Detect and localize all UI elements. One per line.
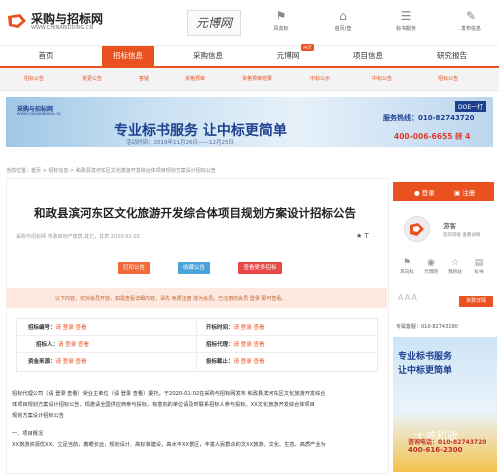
sidebar-tender-button[interactable]: ▤ 标书	[468, 258, 490, 275]
nav-project-info[interactable]: 项目信息	[342, 46, 394, 66]
field-fund-source: 资金来源：请 登录 查看	[28, 359, 87, 365]
breadcrumb[interactable]: 当前位置：首页 > 招标信息 > 和政县滨河东区文化旅游开发综合体项目规划方案设…	[6, 167, 386, 174]
subnav-item[interactable]: 答疑	[124, 68, 164, 90]
header-home-button[interactable]: ⌂ 首页/登	[322, 8, 364, 35]
article-meta: 采购与招标网 市政房地产建筑,其它，甘肃 2020-01-02	[16, 234, 140, 240]
field-agency: 招标代理：请 登录 查看	[206, 342, 265, 348]
banner-date: 活动时间：2019年11月26日——12月25日	[126, 140, 234, 146]
login-link[interactable]: 请 登录 查看	[56, 325, 87, 331]
subnav-item[interactable]: 招标公告	[8, 68, 60, 90]
grid-divider	[196, 318, 197, 370]
member-notice-text[interactable]: 以下内容，仅对会员开放，如需查看详细内容，请先 免费注册 成为会员。已注册的会员…	[55, 295, 375, 302]
field-deadline: 投标截止：请 登录 查看	[206, 359, 265, 365]
ad-line-1: 专业标书服务	[398, 352, 453, 362]
subnav-item[interactable]: 资格预审结果	[226, 68, 288, 90]
flag-icon: ⚑	[402, 258, 412, 268]
flag-icon: ⚑	[275, 9, 287, 23]
edit-icon: ✎	[465, 9, 477, 23]
header-publish-button[interactable]: ✎ 发布信息	[450, 8, 492, 35]
login-link[interactable]: 请 登录 查看	[234, 342, 265, 348]
register-icon: ▣	[454, 189, 463, 197]
login-button[interactable]: ● 登录	[414, 187, 435, 197]
banner-tag: DOE一打	[455, 101, 487, 112]
sidebar-hotline: 专属客服：010-82743190	[396, 324, 458, 330]
guest-name: 游客	[443, 222, 456, 230]
sidebar-flag-button[interactable]: ⚑ 风向标	[396, 258, 418, 275]
star-icon: ☆	[450, 258, 460, 268]
ad-tel-1: 咨询电话：010-82743720	[408, 439, 487, 446]
sub-nav: 招标公告 变更公告 答疑 资格预审 资格预审结果 中标公示 中标公告 招标公告	[0, 68, 499, 91]
banner-headline: 专业标书服务 让中标更简单	[114, 123, 287, 139]
nav-yuanbo-wrapper: 元博网 HOT	[262, 44, 314, 66]
star-icon[interactable]: ★ T	[356, 232, 369, 240]
subnav-item[interactable]: 资格预审	[170, 68, 220, 90]
login-link[interactable]: 请 登录 查看	[58, 342, 89, 348]
field-tender-no: 招标编号：请 登录 查看	[28, 325, 87, 331]
nav-research-report[interactable]: 研究报告	[422, 46, 482, 66]
avatar[interactable]	[404, 216, 430, 242]
subnav-item[interactable]: 招标公告	[418, 68, 478, 90]
login-link[interactable]: 请 登录 查看	[234, 359, 265, 365]
print-button[interactable]: 打印公告	[118, 262, 150, 274]
document-icon: ☰	[400, 9, 412, 23]
site-domain: WWW.CHINABIDDING.CN	[31, 25, 94, 31]
user-icon: ●	[414, 189, 422, 197]
register-button[interactable]: ▣ 注册	[454, 187, 475, 197]
file-icon: ▤	[474, 258, 484, 268]
more-tenders-button[interactable]: 查看更多招标	[238, 262, 282, 274]
login-link[interactable]: 请 登录 查看	[234, 325, 265, 331]
banner-logo-sub: WWW.CHINABIDDING.CN	[17, 112, 61, 116]
home-icon: ⌂	[339, 9, 347, 23]
sidebar-yuanbo-button[interactable]: ◉ 元博网	[420, 258, 442, 275]
favorite-button[interactable]: 收藏公告	[178, 262, 210, 274]
page-title: 和政县滨河东区文化旅游开发综合体项目规划方案设计招标公告	[34, 206, 356, 220]
banner-tel: 400-006-6655 转 4	[394, 132, 471, 141]
hot-badge: HOT	[301, 44, 314, 51]
field-open-time: 开标时间：请 登录 查看	[206, 325, 265, 331]
header-tender-service-button[interactable]: ☰ 标书服务	[385, 8, 427, 35]
ad-line-2: 让中标更简单	[398, 366, 453, 376]
login-link[interactable]: 请 登录 查看	[56, 359, 87, 365]
subnav-item[interactable]: 中标公示	[294, 68, 346, 90]
ad-tel-2: 400-616-2300	[408, 446, 463, 454]
aaa-level: AAA	[398, 293, 418, 302]
article-paragraph: 体项目规划方案设计招标公告，现邀请全国供应商参与投标，有意向的单位请及时联系招标…	[12, 402, 315, 408]
sidebar-mysite-button[interactable]: ☆ 我的站	[444, 258, 466, 275]
nav-tender-info[interactable]: 招标信息	[102, 46, 154, 66]
header-flag-button[interactable]: ⚑ 风向标	[260, 8, 302, 35]
sidebar-auth-bar	[393, 182, 494, 201]
nav-home[interactable]: 首页	[20, 46, 72, 66]
main-nav: 首页 招标信息 采购信息 元博网 HOT 项目信息 研究报告	[0, 44, 499, 69]
site-logo-icon[interactable]	[6, 12, 28, 30]
article-paragraph: 招标代理公司（请 登录 查看）受业主单位（请 登录 查看）委托，于2020-01…	[12, 391, 326, 397]
subnav-item[interactable]: 中标公告	[352, 68, 412, 90]
fee-details-button[interactable]: 资费详情	[459, 296, 493, 307]
eye-icon: ◉	[427, 258, 435, 268]
article-paragraph: XX旅游资源优XX、立足当前，着眼长远，规划设计、高标准建设，高水平XX景区，丰…	[12, 442, 326, 448]
yuanbo-logo[interactable]: 元博网	[187, 10, 241, 36]
guest-level[interactable]: 您的等级 查看详情	[443, 232, 480, 238]
nav-purchase-info[interactable]: 采购信息	[182, 46, 234, 66]
banner-hotline: 服务热线：010-82743720	[383, 114, 475, 122]
subnav-item[interactable]: 变更公告	[66, 68, 118, 90]
article-paragraph: 规划方案设计招标公告	[12, 413, 64, 419]
article-paragraph: 一、项目概况	[12, 431, 44, 437]
field-tenderer: 招标人：请 登录 查看	[36, 342, 90, 348]
